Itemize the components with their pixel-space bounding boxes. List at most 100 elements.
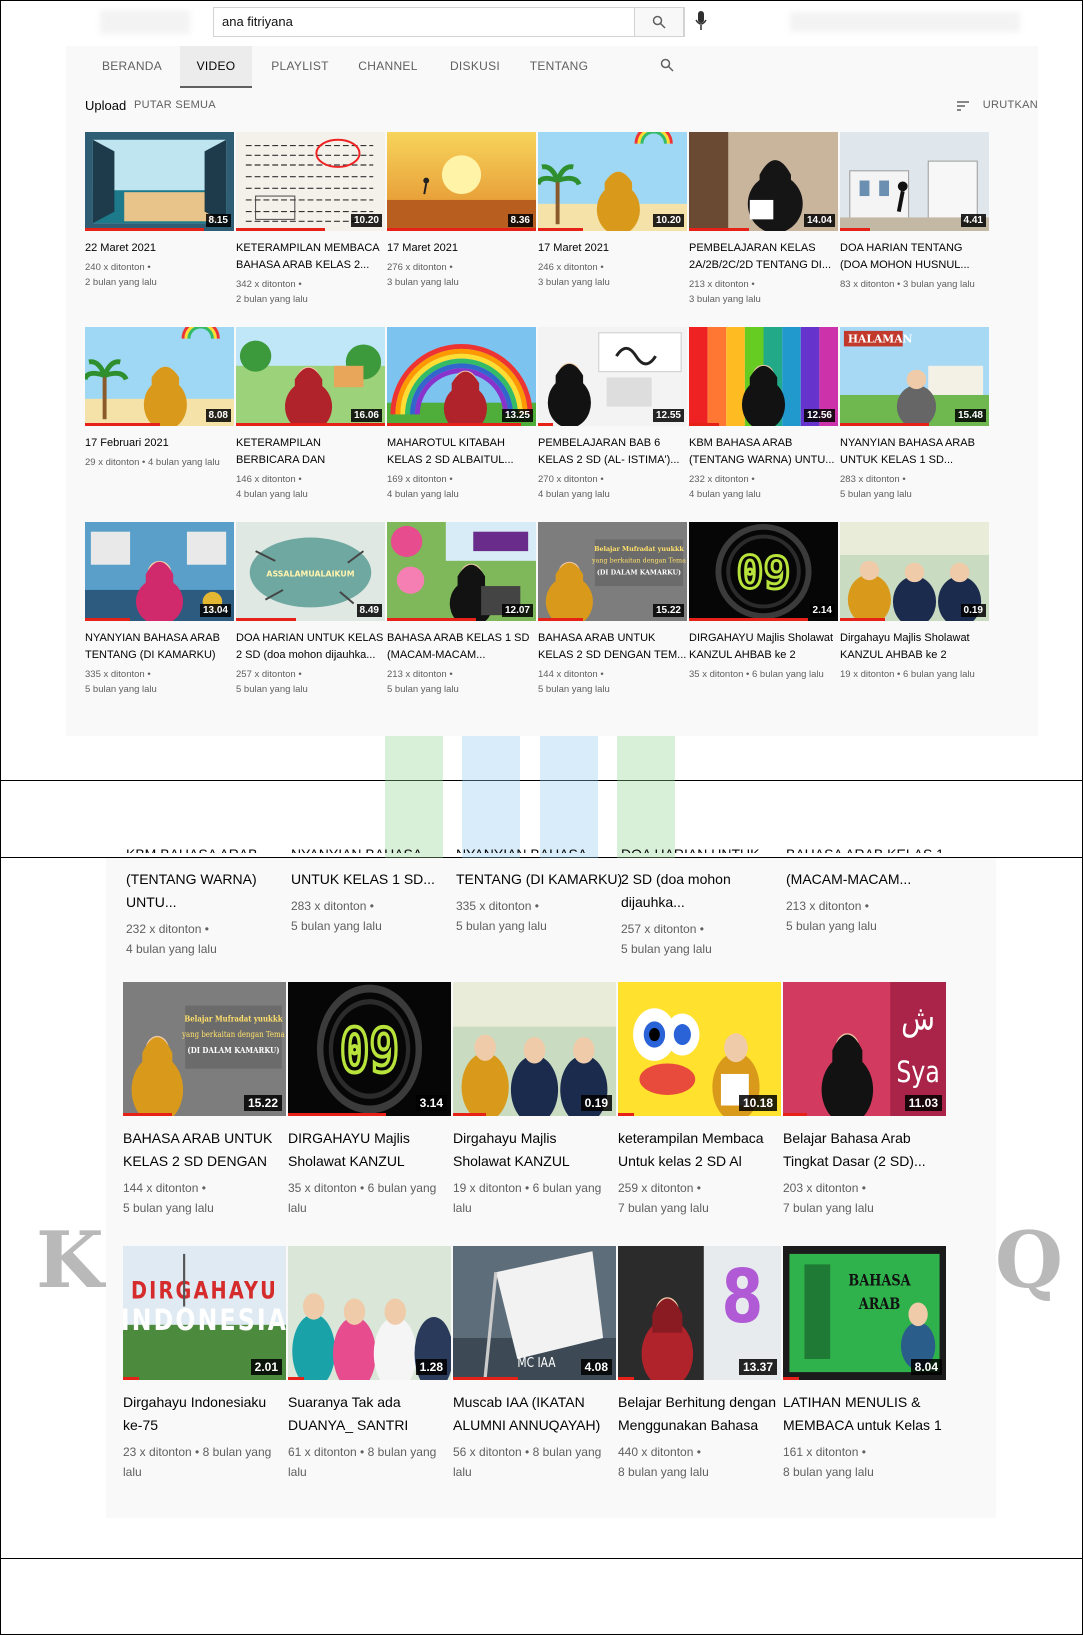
- video-title[interactable]: PEMBELAJARAN BAB 6 KELAS 2 SD (AL- ISTIM…: [538, 435, 687, 469]
- search-box[interactable]: ana fitriyana: [213, 7, 685, 37]
- video-title[interactable]: Belajar Bahasa Arab Tingkat Dasar (2 SD)…: [783, 1127, 946, 1173]
- sort-button[interactable]: URUTKAN: [983, 99, 1038, 111]
- video-title[interactable]: 17 Februari 2021: [85, 435, 234, 452]
- video-card[interactable]: 0.19 Dirgahayu Majlis Sholawat KANZUL AHB…: [453, 982, 616, 1218]
- video-title[interactable]: 17 Maret 2021: [387, 240, 536, 257]
- video-card[interactable]: 10.20 17 Maret 2021 246 x ditonton • 3 bula…: [538, 132, 687, 290]
- play-all-button[interactable]: PUTAR SEMUA: [134, 99, 216, 111]
- video-thumbnail[interactable]: MC IAA 4.08: [453, 1246, 616, 1380]
- video-title[interactable]: DOA HARIAN TENTANG (DOA MOHON HUSNUL...: [840, 240, 989, 274]
- video-card[interactable]: 16.06 KETERAMPILAN BERBICARA DAN MENULIS.…: [236, 327, 385, 502]
- video-title[interactable]: UNTUK KELAS 1 SD...: [291, 868, 459, 891]
- video-card[interactable]: Belajar Mufradat yuukkk yang berkaitan de…: [123, 982, 286, 1218]
- video-thumbnail[interactable]: Belajar Mufradat yuukkk yang berkaitan de…: [538, 522, 687, 621]
- video-title[interactable]: NYANYIAN BAHASA ARAB TENTANG (DI KAMARKU…: [85, 630, 234, 664]
- video-thumbnail[interactable]: 10.20: [236, 132, 385, 231]
- microphone-icon[interactable]: [694, 10, 708, 32]
- video-title[interactable]: Muscab IAA (IKATAN ALUMNI ANNUQAYAH): [453, 1391, 616, 1437]
- video-card[interactable]: 10.20 KETERAMPILAN MEMBACA BAHASA ARAB KE…: [236, 132, 385, 307]
- video-card[interactable]: 0.19 Dirgahayu Majlis Sholawat KANZUL AHB…: [840, 522, 989, 682]
- video-title[interactable]: NYANYIAN BAHASA ARAB UNTUK KELAS 1 SD...: [840, 435, 989, 469]
- video-card[interactable]: 8.36 17 Maret 2021 276 x ditonton • 3 bulan…: [387, 132, 536, 290]
- video-thumbnail[interactable]: 09 3.14: [288, 982, 451, 1116]
- video-thumbnail[interactable]: 10.20: [538, 132, 687, 231]
- tab-tentang[interactable]: TENTANG: [522, 46, 596, 86]
- tab-video[interactable]: VIDEO: [180, 46, 252, 88]
- video-card[interactable]: BAHASA ARAB 8.04 LATIHAN MENULIS & MEMBACA …: [783, 1246, 946, 1482]
- video-title[interactable]: 2 SD (doa mohon dijauhka...: [621, 868, 789, 914]
- video-card[interactable]: DOA HARIAN UNTUK KELAS 2 SD (doa mohon di…: [621, 846, 789, 959]
- video-thumbnail[interactable]: 8.36: [387, 132, 536, 231]
- video-card[interactable]: 10.18 keterampilan Membaca Untuk kelas 2 …: [618, 982, 781, 1218]
- video-title[interactable]: 22 Maret 2021: [85, 240, 234, 257]
- video-thumbnail[interactable]: 12.55: [538, 327, 687, 426]
- video-thumbnail[interactable]: 12.07: [387, 522, 536, 621]
- video-card[interactable]: ش Sya 11.03 Belajar Bahasa Arab Tingkat Das…: [783, 982, 946, 1218]
- video-card[interactable]: BAHASA ARAB KELAS 1 SD (MACAM-MACAM... 213…: [786, 846, 954, 936]
- video-card[interactable]: 8.15 22 Maret 2021 240 x ditonton • 2 bulan…: [85, 132, 234, 290]
- video-thumbnail[interactable]: 12.56: [689, 327, 838, 426]
- video-card[interactable]: DIRGAHAYU INDONESIA 2.01 Dirgahayu Indonesi…: [123, 1246, 286, 1482]
- video-title[interactable]: TENTANG (DI KAMARKU): [456, 868, 624, 891]
- video-thumbnail[interactable]: 8.08: [85, 327, 234, 426]
- search-button[interactable]: [634, 7, 684, 37]
- video-thumbnail[interactable]: 14.04: [689, 132, 838, 231]
- video-title[interactable]: Dirgahayu Majlis Sholawat KANZUL AHBAB k…: [453, 1127, 616, 1173]
- video-title[interactable]: Dirgahayu Majlis Sholawat KANZUL AHBAB k…: [840, 630, 989, 664]
- video-title[interactable]: MAHAROTUL KITABAH KELAS 2 SD ALBAITUL...: [387, 435, 536, 469]
- video-thumbnail[interactable]: 4.41: [840, 132, 989, 231]
- video-card[interactable]: 12.55 PEMBELAJARAN BAB 6 KELAS 2 SD (AL- …: [538, 327, 687, 502]
- video-thumbnail[interactable]: ASSALAMUALAIKUM 8.49: [236, 522, 385, 621]
- video-title[interactable]: DIRGAHAYU Majlis Sholawat KANZUL AHBAB k…: [288, 1127, 451, 1173]
- video-card[interactable]: 14.04 PEMBELAJARAN KELAS 2A/2B/2C/2D TENT…: [689, 132, 838, 307]
- video-title[interactable]: BAHASA ARAB UNTUK KELAS 2 SD DENGAN TEM.…: [123, 1127, 286, 1173]
- video-thumbnail[interactable]: HALAMAN 15.48: [840, 327, 989, 426]
- video-title[interactable]: PEMBELAJARAN KELAS 2A/2B/2C/2D TENTANG D…: [689, 240, 838, 274]
- video-title[interactable]: keterampilan Membaca Untuk kelas 2 SD Al…: [618, 1127, 781, 1173]
- video-card[interactable]: KBM BAHASA ARAB (TENTANG WARNA) UNTU... 23…: [126, 846, 294, 959]
- channel-search-icon[interactable]: [660, 58, 674, 72]
- video-title[interactable]: DIRGAHAYU Majlis Sholawat KANZUL AHBAB k…: [689, 630, 838, 664]
- video-thumbnail[interactable]: 10.18: [618, 982, 781, 1116]
- video-title[interactable]: DOA HARIAN UNTUK KELAS 2 SD (doa mohon d…: [236, 630, 385, 664]
- tab-diskusi[interactable]: DISKUSI: [440, 46, 510, 86]
- video-card[interactable]: NYANYIAN BAHASA ARAB UNTUK KELAS 1 SD... 2…: [291, 846, 459, 936]
- video-thumbnail[interactable]: 0.19: [453, 982, 616, 1116]
- video-card[interactable]: NYANYIAN BAHASA ARAB TENTANG (DI KAMARKU)…: [456, 846, 624, 936]
- video-card[interactable]: 8.08 17 Februari 2021 29 x ditonton • 4 bu…: [85, 327, 234, 470]
- video-title[interactable]: KETERAMPILAN MEMBACA BAHASA ARAB KELAS 2…: [236, 240, 385, 274]
- video-card[interactable]: 09 2.14 DIRGAHAYU Majlis Sholawat KANZUL A…: [689, 522, 838, 682]
- logo-area[interactable]: [100, 10, 190, 34]
- video-title[interactable]: Suaranya Tak ada DUANYA_ SANTRI DARUL AR…: [288, 1391, 451, 1437]
- sort-icon[interactable]: [956, 100, 970, 112]
- video-thumbnail[interactable]: ش Sya 11.03: [783, 982, 946, 1116]
- video-thumbnail[interactable]: Belajar Mufradat yuukkk yang berkaitan de…: [123, 982, 286, 1116]
- video-card[interactable]: 13.04 NYANYIAN BAHASA ARAB TENTANG (DI KA…: [85, 522, 234, 697]
- video-title[interactable]: Belajar Berhitung dengan Menggunakan Bah…: [618, 1391, 781, 1437]
- video-thumbnail[interactable]: 13.25: [387, 327, 536, 426]
- video-title[interactable]: 17 Maret 2021: [538, 240, 687, 257]
- video-card[interactable]: 12.56 KBM BAHASA ARAB (TENTANG WARNA) UNT…: [689, 327, 838, 502]
- video-thumbnail[interactable]: BAHASA ARAB 8.04: [783, 1246, 946, 1380]
- video-card[interactable]: 1.28 Suaranya Tak ada DUANYA_ SANTRI DARU…: [288, 1246, 451, 1482]
- tab-beranda[interactable]: BERANDA: [94, 46, 170, 86]
- video-thumbnail[interactable]: 0.19: [840, 522, 989, 621]
- video-card[interactable]: HALAMAN 15.48 NYANYIAN BAHASA ARAB UNTUK K…: [840, 327, 989, 502]
- video-thumbnail[interactable]: 16.06: [236, 327, 385, 426]
- video-thumbnail[interactable]: DIRGAHAYU INDONESIA 2.01: [123, 1246, 286, 1380]
- video-title[interactable]: (MACAM-MACAM...: [786, 868, 954, 891]
- video-card[interactable]: ASSALAMUALAIKUM 8.49 DOA HARIAN UNTUK KELA…: [236, 522, 385, 697]
- video-title[interactable]: BAHASA ARAB UNTUK KELAS 2 SD DENGAN TEM.…: [538, 630, 687, 664]
- video-card[interactable]: Belajar Mufradat yuukkk yang berkaitan de…: [538, 522, 687, 697]
- video-title[interactable]: Dirgahayu Indonesiaku ke-75: [123, 1391, 286, 1437]
- video-title[interactable]: KBM BAHASA ARAB (TENTANG WARNA) UNTU...: [689, 435, 838, 469]
- video-card[interactable]: 13.25 MAHAROTUL KITABAH KELAS 2 SD ALBAIT…: [387, 327, 536, 502]
- video-card[interactable]: 12.07 BAHASA ARAB KELAS 1 SD (MACAM-MACAM…: [387, 522, 536, 697]
- video-thumbnail[interactable]: 8 13.37: [618, 1246, 781, 1380]
- video-card[interactable]: 093.14 DIRGAHAYU Majlis Sholawat KANZUL A…: [288, 982, 451, 1218]
- video-title[interactable]: LATIHAN MENULIS & MEMBACA untuk Kelas 1: [783, 1391, 946, 1437]
- video-title[interactable]: (TENTANG WARNA) UNTU...: [126, 868, 294, 914]
- tab-channel[interactable]: CHANNEL: [350, 46, 426, 86]
- video-title[interactable]: KETERAMPILAN BERBICARA DAN MENULIS...: [236, 435, 385, 469]
- video-card[interactable]: MC IAA 4.08 Muscab IAA (IKATAN ALUMNI ANNU…: [453, 1246, 616, 1482]
